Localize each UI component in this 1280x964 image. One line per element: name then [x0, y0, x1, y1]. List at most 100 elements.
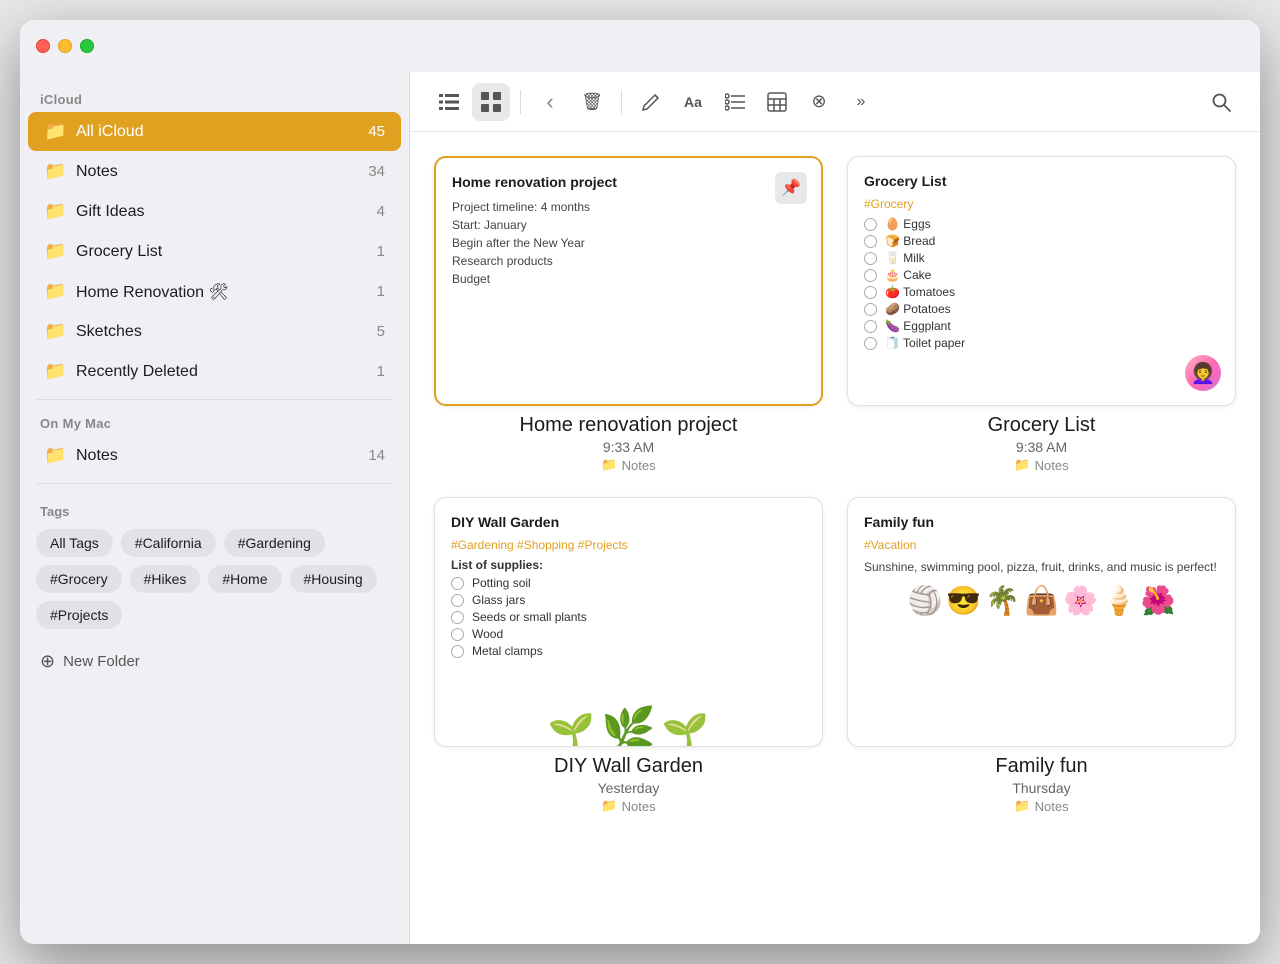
note-card-diy[interactable]: DIY Wall Garden #Gardening #Shopping #Pr… — [434, 497, 823, 747]
collab-button[interactable]: ⊗ — [800, 83, 838, 121]
sidebar-item-label: Notes — [76, 163, 358, 181]
sidebar-item-count: 1 — [377, 283, 385, 300]
folder-icon-small: 📁 — [601, 457, 617, 473]
checklist: 🥚 Eggs 🍞 Bread 🥛 Milk 🎂 Cake 🍅 Tomatoes … — [864, 217, 1219, 350]
note-info-title: Grocery List — [847, 414, 1236, 437]
sticker: 👜 — [1024, 584, 1059, 617]
checkbox[interactable] — [451, 577, 464, 590]
stickers: 🏐 😎 🌴 👜 🌸 🍦 🌺 — [864, 584, 1219, 617]
folder-icon: 📁 — [44, 201, 66, 222]
note-info-title: Family fun — [847, 755, 1236, 778]
checkbox[interactable] — [864, 269, 877, 282]
sidebar-item-count: 14 — [368, 447, 385, 464]
format-button[interactable]: Aa — [674, 83, 712, 121]
checklist-item: 🥔 Potatoes — [864, 302, 1219, 316]
checklist-item: Glass jars — [451, 593, 806, 607]
back-button[interactable]: ‹ — [531, 83, 569, 121]
user-avatar: 👩‍🦱 — [1185, 355, 1221, 391]
note-info-time: Thursday — [847, 780, 1236, 796]
note-card-family[interactable]: Family fun #Vacation Sunshine, swimming … — [847, 497, 1236, 747]
close-button[interactable] — [36, 39, 50, 53]
traffic-lights — [36, 39, 94, 53]
delete-button[interactable]: 🗑 — [573, 83, 611, 121]
list-icon — [439, 94, 459, 110]
maximize-button[interactable] — [80, 39, 94, 53]
note-info-folder: 📁 Notes — [434, 798, 823, 814]
folder-icon: 📁 — [44, 281, 66, 302]
sticker: 🌸 — [1063, 584, 1098, 617]
tag-all-tags[interactable]: All Tags — [36, 529, 113, 557]
sidebar-item-all-icloud[interactable]: 📁 All iCloud 45 — [28, 112, 401, 151]
tags-section: Tags All Tags #California #Gardening #Gr… — [20, 492, 409, 637]
checkbox[interactable] — [864, 252, 877, 265]
sidebar-item-sketches[interactable]: 📁 Sketches 5 — [28, 312, 401, 351]
new-folder-label: New Folder — [63, 653, 140, 670]
sidebar-item-mac-notes[interactable]: 📁 Notes 14 — [28, 436, 401, 475]
tag-projects[interactable]: #Projects — [36, 601, 122, 629]
minimize-button[interactable] — [58, 39, 72, 53]
checkbox[interactable] — [451, 628, 464, 641]
sidebar-item-notes[interactable]: 📁 Notes 34 — [28, 152, 401, 191]
folder-icon: 📁 — [44, 161, 66, 182]
folder-icon: 📁 — [44, 445, 66, 466]
checklist-item: Potting soil — [451, 576, 806, 590]
checkbox[interactable] — [864, 337, 877, 350]
plus-icon: ⊕ — [40, 651, 55, 672]
note-info: Family fun Thursday 📁 Notes — [847, 755, 1236, 814]
sidebar-item-count: 1 — [377, 363, 385, 380]
more-button[interactable]: » — [842, 83, 880, 121]
grid-view-button[interactable] — [472, 83, 510, 121]
checkbox[interactable] — [864, 286, 877, 299]
note-info: DIY Wall Garden Yesterday 📁 Notes — [434, 755, 823, 814]
checklist-item: Seeds or small plants — [451, 610, 806, 624]
note-tag: #Grocery — [864, 197, 1219, 211]
compose-icon — [641, 92, 661, 112]
checkbox[interactable] — [864, 235, 877, 248]
table-button[interactable] — [758, 83, 796, 121]
checklist-button[interactable] — [716, 83, 754, 121]
checklist-item: Wood — [451, 627, 806, 641]
note-info-folder: 📁 Notes — [434, 457, 823, 473]
checkbox[interactable] — [451, 594, 464, 607]
checkbox[interactable] — [864, 303, 877, 316]
compose-button[interactable] — [632, 83, 670, 121]
tag-housing[interactable]: #Housing — [290, 565, 377, 593]
tag-california[interactable]: #California — [121, 529, 216, 557]
tags-grid: All Tags #California #Gardening #Grocery… — [36, 529, 393, 629]
sidebar-item-label: Grocery List — [76, 243, 367, 261]
sticker: 😎 — [946, 584, 981, 617]
new-folder-button[interactable]: ⊕ New Folder — [20, 641, 409, 682]
note-info-time: 9:33 AM — [434, 439, 823, 455]
note-card-home-renovation[interactable]: Home renovation project 📌 Project timeli… — [434, 156, 823, 406]
search-button[interactable] — [1202, 83, 1240, 121]
divider — [36, 399, 393, 400]
note-body: Sunshine, swimming pool, pizza, fruit, d… — [864, 558, 1219, 576]
note-wrapper-grocery: Grocery List #Grocery 🥚 Eggs 🍞 Bread 🥛 M… — [847, 156, 1236, 473]
title-bar — [20, 20, 1260, 72]
folder-icon: 📁 — [44, 321, 66, 342]
sidebar: iCloud 📁 All iCloud 45 📁 Notes 34 📁 Gift… — [20, 20, 410, 944]
folder-icon: 📁 — [44, 361, 66, 382]
sidebar-item-recently-deleted[interactable]: 📁 Recently Deleted 1 — [28, 352, 401, 391]
checkbox[interactable] — [864, 320, 877, 333]
checkbox[interactable] — [864, 218, 877, 231]
sidebar-item-count: 4 — [377, 203, 385, 220]
tag-home[interactable]: #Home — [208, 565, 281, 593]
sidebar-item-count: 5 — [377, 323, 385, 340]
checklist-item: 🍆 Eggplant — [864, 319, 1219, 333]
note-wrapper-family: Family fun #Vacation Sunshine, swimming … — [847, 497, 1236, 814]
tag-gardening[interactable]: #Gardening — [224, 529, 325, 557]
sidebar-item-gift-ideas[interactable]: 📁 Gift Ideas 4 — [28, 192, 401, 231]
checkbox[interactable] — [451, 611, 464, 624]
note-wrapper-home-renovation: Home renovation project 📌 Project timeli… — [434, 156, 823, 473]
sidebar-item-home-renovation[interactable]: 📁 Home Renovation 🛠 1 — [28, 272, 401, 311]
tag-hikes[interactable]: #Hikes — [130, 565, 201, 593]
note-card-grocery[interactable]: Grocery List #Grocery 🥚 Eggs 🍞 Bread 🥛 M… — [847, 156, 1236, 406]
sidebar-item-grocery-list[interactable]: 📁 Grocery List 1 — [28, 232, 401, 271]
mac-section-header: On My Mac — [20, 408, 409, 435]
sticker: 🌴 — [985, 584, 1020, 617]
note-title: Family fun — [864, 514, 1219, 530]
tag-grocery[interactable]: #Grocery — [36, 565, 122, 593]
list-view-button[interactable] — [430, 83, 468, 121]
checkbox[interactable] — [451, 645, 464, 658]
